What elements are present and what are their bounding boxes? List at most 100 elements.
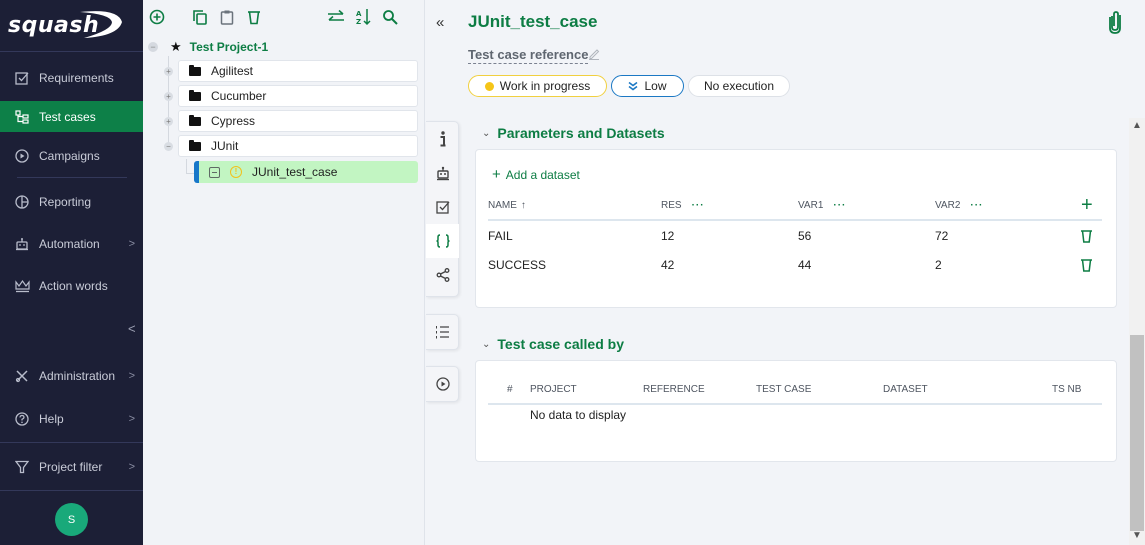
nav-action-words[interactable]: Action words (0, 270, 143, 302)
cell-var1[interactable]: 44 (798, 258, 811, 272)
nav-help[interactable]: Help > (0, 403, 143, 435)
attachments-button[interactable] (1108, 10, 1122, 37)
scroll-up-icon[interactable]: ▲ (1132, 120, 1142, 131)
edit-reference-button[interactable] (588, 47, 600, 63)
column-menu-icon[interactable]: ··· (692, 200, 705, 211)
column-header-ts-nb[interactable]: TS NB (1052, 384, 1081, 395)
column-header-label: VAR2 (935, 200, 961, 211)
svg-text:Z: Z (356, 18, 361, 26)
nav-label: Project filter (39, 460, 103, 474)
play-circle-icon (14, 148, 30, 164)
nav-reporting[interactable]: Reporting (0, 186, 143, 218)
collapse-tree-button[interactable]: « (436, 14, 444, 31)
expand-toggle[interactable]: + (164, 67, 173, 76)
search-button[interactable] (380, 7, 400, 27)
expand-toggle[interactable]: + (164, 92, 173, 101)
nav-test-cases[interactable]: Test cases (0, 101, 143, 132)
add-dataset-button[interactable]: + Add a dataset (492, 166, 580, 183)
nav-automation[interactable]: Automation > (0, 228, 143, 260)
tab-information[interactable] (426, 122, 459, 156)
called-by-section-header[interactable]: ⌄ Test case called by (482, 336, 624, 352)
cell-var2[interactable]: 72 (935, 229, 948, 243)
tree-node-project[interactable]: − ★ Test Project-1 (148, 38, 268, 56)
swap-arrows-icon (328, 9, 344, 21)
column-header-dataset[interactable]: DATASET (883, 384, 928, 395)
collapse-nav-button[interactable]: < (128, 321, 136, 336)
test-case-detail: « JUnit_test_case Test case reference Wo… (426, 0, 1145, 545)
add-parameter-button[interactable]: + (1081, 195, 1093, 215)
copy-button[interactable] (190, 7, 210, 27)
cell-res[interactable]: 12 (661, 229, 674, 243)
tree-folder-cypress[interactable]: Cypress (178, 110, 418, 132)
status-dot-icon (484, 81, 494, 91)
reference-field[interactable]: Test case reference (468, 47, 589, 64)
expand-toggle[interactable]: + (164, 117, 173, 126)
chevron-down-icon: ⌄ (482, 338, 491, 350)
section-title: Test case called by (497, 336, 624, 352)
status-badge[interactable]: Work in progress (468, 75, 607, 97)
column-menu-icon[interactable]: ··· (833, 200, 846, 211)
collapse-toggle[interactable]: − (164, 142, 173, 151)
vertical-scrollbar[interactable]: ▲ ▼ (1129, 118, 1145, 545)
nav-campaigns[interactable]: Campaigns (0, 140, 143, 172)
folder-icon (189, 89, 201, 101)
header-divider (488, 219, 1102, 221)
tree-icon (14, 109, 30, 125)
cell-var1[interactable]: 56 (798, 229, 811, 243)
page-title: JUnit_test_case (468, 12, 598, 31)
nav-administration[interactable]: Administration > (0, 360, 143, 392)
delete-dataset-button[interactable] (1080, 258, 1093, 275)
column-header-test-case[interactable]: TEST CASE (756, 384, 811, 395)
tree-folder-junit[interactable]: JUnit (178, 135, 418, 157)
clipboard-icon (220, 10, 234, 25)
sort-button[interactable]: AZ (353, 7, 373, 27)
importance-badge[interactable]: Low (611, 75, 684, 97)
tab-parameters[interactable] (426, 224, 459, 258)
column-header-reference[interactable]: REFERENCE (643, 384, 705, 395)
column-header-label: NAME (488, 200, 517, 211)
nav-label: Test cases (39, 109, 96, 124)
add-button[interactable] (147, 7, 167, 27)
help-icon (14, 411, 30, 427)
folder-label: Cypress (211, 114, 256, 128)
folder-label: Agilitest (211, 64, 254, 78)
empty-state-text: No data to display (530, 408, 627, 422)
logo-swoosh-icon (80, 11, 122, 38)
tree-folder-agilitest[interactable]: Agilitest (178, 60, 418, 82)
execution-status-badge[interactable]: No execution (688, 75, 790, 97)
status-label: Work in progress (499, 79, 591, 93)
tab-calling-test-cases[interactable] (426, 258, 459, 292)
nav-requirements[interactable]: Requirements (0, 62, 143, 94)
delete-dataset-button[interactable] (1080, 229, 1093, 246)
nav-label: Help (39, 412, 64, 426)
folder-icon (189, 139, 201, 151)
tree-test-case-selected[interactable]: ! JUnit_test_case (194, 161, 418, 183)
side-tab-group (426, 121, 459, 297)
column-menu-icon[interactable]: ··· (970, 200, 983, 211)
scroll-down-icon[interactable]: ▼ (1132, 530, 1142, 541)
cell-res[interactable]: 42 (661, 258, 674, 272)
parameters-section-header[interactable]: ⌄ Parameters and Datasets (482, 125, 665, 141)
column-header-name[interactable]: NAME ↑ (488, 200, 526, 211)
tab-verified-requirements[interactable] (426, 190, 459, 224)
transfer-button[interactable] (326, 7, 346, 27)
chevron-down-icon: ⌄ (482, 127, 491, 139)
tab-executions[interactable] (426, 367, 459, 401)
scrollbar-thumb[interactable] (1130, 335, 1144, 531)
cell-name[interactable]: FAIL (488, 229, 513, 243)
column-header-project[interactable]: PROJECT (530, 384, 577, 395)
user-avatar[interactable]: S (55, 503, 88, 536)
project-label: Test Project-1 (189, 40, 269, 54)
nav-project-filter[interactable]: Project filter > (0, 451, 143, 483)
tree-folder-cucumber[interactable]: Cucumber (178, 85, 418, 107)
test-case-icon (209, 166, 220, 178)
delete-button[interactable] (244, 7, 264, 27)
parameters-card: + Add a dataset NAME ↑ RES ··· VAR1 ··· … (475, 149, 1117, 308)
tab-steps[interactable] (426, 315, 459, 349)
paste-button[interactable] (217, 7, 237, 27)
cell-name[interactable]: SUCCESS (488, 258, 546, 272)
tab-automation[interactable] (426, 156, 459, 190)
cell-var2[interactable]: 2 (935, 258, 942, 272)
collapse-toggle[interactable]: − (148, 42, 158, 52)
logo[interactable]: squash (0, 0, 143, 52)
